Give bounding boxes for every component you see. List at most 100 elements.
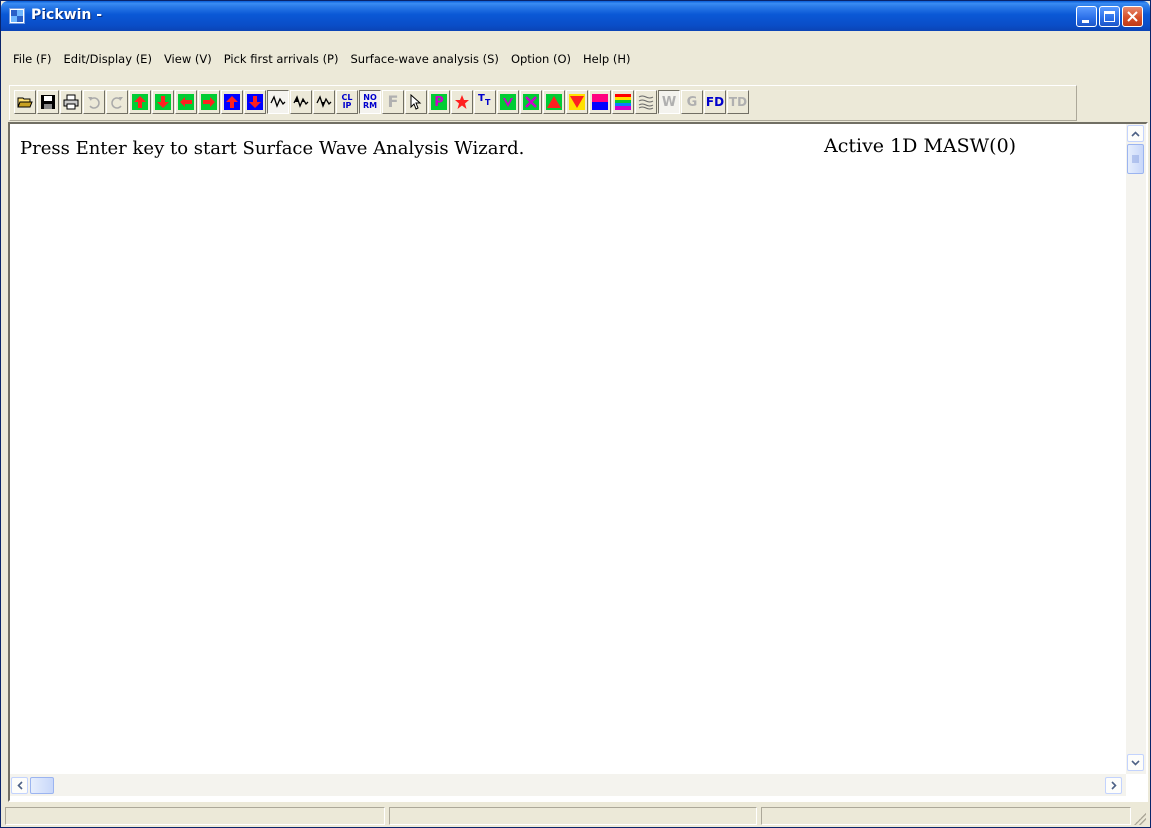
delete-pick-button[interactable] <box>520 90 542 114</box>
active-mode-label: Active 1D MASW(0) <box>824 135 1017 157</box>
td-button[interactable]: TD <box>727 90 749 114</box>
scroll-left-button[interactable] <box>11 777 28 794</box>
app-icon[interactable] <box>9 8 25 24</box>
menu-file[interactable]: File (F) <box>13 52 58 66</box>
red-star-icon <box>455 95 469 109</box>
toolbar: CL IP NO RM F P T T W G FD TD <box>9 85 1077 121</box>
save-disk-icon <box>41 95 55 109</box>
wave-lines-icon <box>638 95 654 110</box>
maximize-button[interactable] <box>1099 6 1120 27</box>
horizontal-scrollbar[interactable] <box>10 774 1126 796</box>
resize-grip-icon[interactable] <box>1134 813 1146 825</box>
arrow-down-icon <box>155 94 171 110</box>
fd-button[interactable]: FD <box>704 90 726 114</box>
check-button[interactable] <box>497 90 519 114</box>
w-button[interactable]: W <box>658 90 680 114</box>
grip-lines-icon <box>1132 155 1139 163</box>
td-icon: TD <box>728 95 748 109</box>
arrow-right-icon <box>201 94 217 110</box>
chevron-right-icon <box>1110 781 1117 790</box>
pickwin-window: Pickwin - File (F) Edit/Display (E) View… <box>0 0 1151 828</box>
select-pointer-button[interactable] <box>405 90 427 114</box>
red-triangle-up-icon <box>546 94 562 110</box>
minimize-icon <box>1082 20 1089 23</box>
two-color-bar-icon <box>592 94 608 110</box>
minimize-button[interactable] <box>1076 6 1097 27</box>
variable-area-button[interactable] <box>290 90 312 114</box>
close-button[interactable] <box>1122 6 1143 27</box>
g-button[interactable]: G <box>681 90 703 114</box>
menu-surface-wave-analysis[interactable]: Surface-wave analysis (S) <box>344 52 504 66</box>
filter-f-icon: F <box>387 92 399 111</box>
tt-label: T <box>478 93 485 104</box>
norm-label-bottom: RM <box>362 101 378 110</box>
clip-button[interactable]: CL IP <box>336 90 358 114</box>
g-icon: G <box>686 94 698 110</box>
maximize-icon <box>1104 11 1115 22</box>
horizontal-scroll-thumb[interactable] <box>30 777 54 794</box>
triangle-up-button[interactable] <box>543 90 565 114</box>
star-button[interactable] <box>451 90 473 114</box>
chevron-down-icon <box>1131 759 1140 766</box>
color-two-button[interactable] <box>589 90 611 114</box>
undo-button[interactable] <box>83 90 105 114</box>
menu-option[interactable]: Option (O) <box>505 52 577 66</box>
scroll-right-button[interactable] <box>1105 777 1122 794</box>
status-bar <box>1 802 1150 828</box>
chevron-up-icon <box>1131 130 1140 137</box>
scroll-up-button[interactable] <box>1127 125 1144 142</box>
magenta-check-icon <box>500 94 516 110</box>
variable-area-trace-icon <box>293 95 309 108</box>
waveform-image-button[interactable] <box>635 90 657 114</box>
filled-trace-icon <box>316 95 332 108</box>
vertical-scrollbar[interactable] <box>1126 124 1146 774</box>
status-panel-main <box>5 807 385 825</box>
arrow-up-icon <box>132 94 148 110</box>
magenta-x-icon <box>523 94 539 110</box>
menu-pick-first-arrivals[interactable]: Pick first arrivals (P) <box>218 52 345 66</box>
w-icon: W <box>661 94 677 110</box>
wiggle-fill-button[interactable] <box>313 90 335 114</box>
shift-up-button[interactable] <box>129 90 151 114</box>
scroll-down-button[interactable] <box>1127 754 1144 771</box>
menu-edit-display[interactable]: Edit/Display (E) <box>58 52 158 66</box>
printer-icon <box>63 94 79 110</box>
chevron-left-icon <box>16 781 23 790</box>
menu-help[interactable]: Help (H) <box>577 52 637 66</box>
vertical-scroll-thumb[interactable] <box>1127 144 1144 174</box>
save-button[interactable] <box>37 90 59 114</box>
trace-display-area[interactable]: Press Enter key to start Surface Wave An… <box>8 122 1148 802</box>
open-folder-icon <box>17 97 33 108</box>
redo-button[interactable] <box>106 90 128 114</box>
redo-icon <box>111 97 123 109</box>
rainbow-button[interactable] <box>612 90 634 114</box>
traveltime-button[interactable]: T T <box>474 90 496 114</box>
pick-button[interactable]: P <box>428 90 450 114</box>
menu-view[interactable]: View (V) <box>158 52 218 66</box>
normalize-button[interactable]: NO RM <box>359 90 381 114</box>
close-icon <box>1127 11 1138 22</box>
expand-up-button[interactable] <box>221 90 243 114</box>
blue-arrow-down-icon <box>247 94 263 110</box>
triangle-down-button[interactable] <box>566 90 588 114</box>
filter-button[interactable]: F <box>382 90 404 114</box>
shift-down-button[interactable] <box>152 90 174 114</box>
pointer-arrow-icon <box>410 94 422 110</box>
status-panel-right <box>761 807 1131 825</box>
rainbow-bar-icon <box>615 94 631 110</box>
tt-sub-label: T <box>485 98 491 107</box>
clip-label-bottom: IP <box>342 101 352 110</box>
shift-left-button[interactable] <box>175 90 197 114</box>
expand-down-button[interactable] <box>244 90 266 114</box>
open-button[interactable] <box>14 90 36 114</box>
menu-bar: File (F) Edit/Display (E) View (V) Pick … <box>1 45 1150 73</box>
status-panel-middle <box>389 807 757 825</box>
wiggle-button[interactable] <box>267 90 289 114</box>
print-button[interactable] <box>60 90 82 114</box>
normalize-icon: NO RM <box>363 94 377 110</box>
wiggle-trace-icon <box>270 95 286 108</box>
undo-icon <box>88 97 100 109</box>
shift-right-button[interactable] <box>198 90 220 114</box>
arrow-left-icon <box>178 94 194 110</box>
title-bar[interactable]: Pickwin - <box>1 1 1150 31</box>
